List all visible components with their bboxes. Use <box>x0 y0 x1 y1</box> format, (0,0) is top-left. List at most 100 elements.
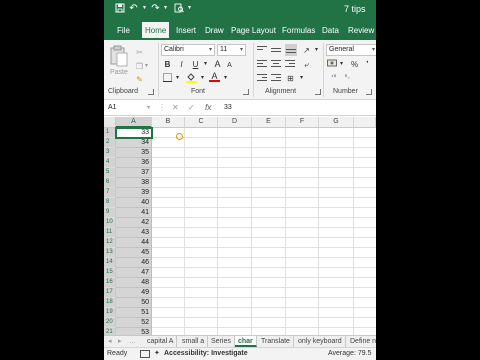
fill-color-dropdown-icon[interactable]: ▾ <box>197 73 208 84</box>
bottom-align-icon[interactable] <box>285 44 297 56</box>
row-header[interactable]: 15 <box>104 268 116 278</box>
cell-a[interactable]: 43 <box>116 228 152 238</box>
middle-align-icon[interactable] <box>271 46 281 55</box>
tab-insert[interactable]: Insert <box>173 22 199 40</box>
comma-style-icon[interactable]: ❜ <box>362 59 373 70</box>
formula-input[interactable]: 33 <box>224 102 232 114</box>
cell-a[interactable]: 48 <box>116 278 152 288</box>
column-header-f[interactable]: F <box>286 117 319 128</box>
font-color-dropdown-icon[interactable]: ▾ <box>220 73 231 84</box>
customize-qat-icon[interactable]: ▾ <box>184 3 195 14</box>
paste-icon[interactable] <box>110 45 128 67</box>
row-header[interactable]: 10 <box>104 218 116 228</box>
font-name-select[interactable]: Calibri ▾ <box>161 44 215 56</box>
column-header-c[interactable]: C <box>185 117 218 128</box>
enter-icon[interactable]: ✓ <box>188 102 195 114</box>
alignment-launcher-icon[interactable] <box>315 89 321 95</box>
column-header-d[interactable]: D <box>218 117 252 128</box>
sheet-tab-char[interactable]: char <box>235 336 257 347</box>
more-sheets-icon[interactable]: … <box>129 336 136 347</box>
decrease-font-icon[interactable]: A <box>224 60 235 71</box>
cut-icon[interactable]: ✂ <box>134 47 145 58</box>
align-center-icon[interactable] <box>271 60 281 69</box>
macro-record-icon[interactable] <box>140 350 150 358</box>
cell-a[interactable]: 37 <box>116 168 152 178</box>
redo-dropdown-icon[interactable]: ▾ <box>160 3 171 14</box>
row-header[interactable]: 9 <box>104 208 116 218</box>
align-right-icon[interactable] <box>285 60 295 69</box>
number-launcher-icon[interactable] <box>366 89 372 95</box>
column-header-h[interactable] <box>354 117 376 128</box>
row-header[interactable]: 13 <box>104 248 116 258</box>
sheet-tab-only-keyboard[interactable]: only keyboard <box>295 336 346 347</box>
wrap-text-icon[interactable]: ⤶ <box>301 59 312 70</box>
row-header[interactable]: 19 <box>104 308 116 318</box>
cell-a[interactable]: 52 <box>116 318 152 328</box>
tab-home[interactable]: Home <box>142 22 170 40</box>
increase-decimal-icon[interactable]: ⁺⁰ <box>328 73 339 84</box>
accessibility-icon[interactable]: ✦ <box>154 348 160 360</box>
italic-button[interactable]: I <box>176 59 187 70</box>
font-color-icon[interactable]: A <box>209 71 220 82</box>
cancel-icon[interactable]: ✕ <box>172 102 179 114</box>
column-header-a[interactable]: A <box>116 117 152 128</box>
tab-data[interactable]: Data <box>319 22 342 40</box>
active-cell-a1[interactable]: 33 <box>115 127 153 139</box>
cell-a[interactable]: 38 <box>116 178 152 188</box>
tab-draw[interactable]: Draw <box>202 22 227 40</box>
row-header[interactable]: 4 <box>104 158 116 168</box>
copy-dropdown-icon[interactable]: ▾ <box>141 61 152 72</box>
row-header[interactable]: 3 <box>104 148 116 158</box>
insert-function-icon[interactable]: fx <box>205 102 211 114</box>
cell-a[interactable]: 51 <box>116 308 152 318</box>
row-header[interactable]: 21 <box>104 328 116 335</box>
tab-page-layout[interactable]: Page Layout <box>228 22 279 40</box>
sheet-tab-capital-a[interactable]: capital A <box>144 336 178 347</box>
merge-center-icon[interactable]: ⊞ <box>285 73 296 84</box>
undo-dropdown-icon[interactable]: ▾ <box>139 3 150 14</box>
row-header[interactable]: 1 <box>104 128 116 138</box>
accessibility-status[interactable]: Accessibility: Investigate <box>164 348 248 360</box>
tab-formulas[interactable]: Formulas <box>279 22 318 40</box>
column-header-g[interactable]: G <box>319 117 354 128</box>
cell-a[interactable]: 39 <box>116 188 152 198</box>
sheet-tab-define-n[interactable]: Define n <box>347 336 376 347</box>
name-box-dropdown-icon[interactable]: ▾ <box>147 102 150 114</box>
accounting-dropdown-icon[interactable]: ▾ <box>336 59 347 70</box>
bold-button[interactable]: B <box>162 59 173 70</box>
row-header[interactable]: 6 <box>104 178 116 188</box>
number-format-select[interactable]: General ▾ <box>326 44 376 56</box>
percent-icon[interactable]: % <box>349 59 360 70</box>
row-header[interactable]: 8 <box>104 198 116 208</box>
row-header[interactable]: 14 <box>104 258 116 268</box>
format-painter-icon[interactable]: ✎ <box>134 74 145 85</box>
decrease-decimal-icon[interactable]: ⁰₋ <box>342 73 353 84</box>
cell-a[interactable]: 46 <box>116 258 152 268</box>
next-sheet-icon[interactable]: ▸ <box>118 336 122 347</box>
increase-font-icon[interactable]: A <box>212 59 223 70</box>
cell-a[interactable]: 40 <box>116 198 152 208</box>
prev-sheet-icon[interactable]: ◂ <box>108 336 112 347</box>
save-icon[interactable] <box>114 3 125 14</box>
row-header[interactable]: 5 <box>104 168 116 178</box>
increase-indent-icon[interactable] <box>271 74 281 83</box>
tab-review[interactable]: Review <box>345 22 376 40</box>
row-header[interactable]: 7 <box>104 188 116 198</box>
orientation-dropdown-icon[interactable]: ▾ <box>311 45 322 56</box>
cell-a[interactable]: 45 <box>116 248 152 258</box>
cell-a[interactable]: 35 <box>116 148 152 158</box>
row-header[interactable]: 12 <box>104 238 116 248</box>
cell-a[interactable]: 47 <box>116 268 152 278</box>
cell-a[interactable]: 44 <box>116 238 152 248</box>
font-launcher-icon[interactable] <box>243 89 249 95</box>
column-header-e[interactable]: E <box>252 117 286 128</box>
row-header[interactable]: 2 <box>104 138 116 148</box>
cell-a[interactable]: 50 <box>116 298 152 308</box>
sheet-tab-small-a[interactable]: small a <box>179 336 209 347</box>
cell-a[interactable]: 53 <box>116 328 152 335</box>
borders-dropdown-icon[interactable]: ▾ <box>172 73 183 84</box>
fill-color-icon[interactable] <box>186 72 197 83</box>
select-all-button[interactable] <box>104 117 116 128</box>
cell-a[interactable]: 36 <box>116 158 152 168</box>
cell-a[interactable]: 41 <box>116 208 152 218</box>
